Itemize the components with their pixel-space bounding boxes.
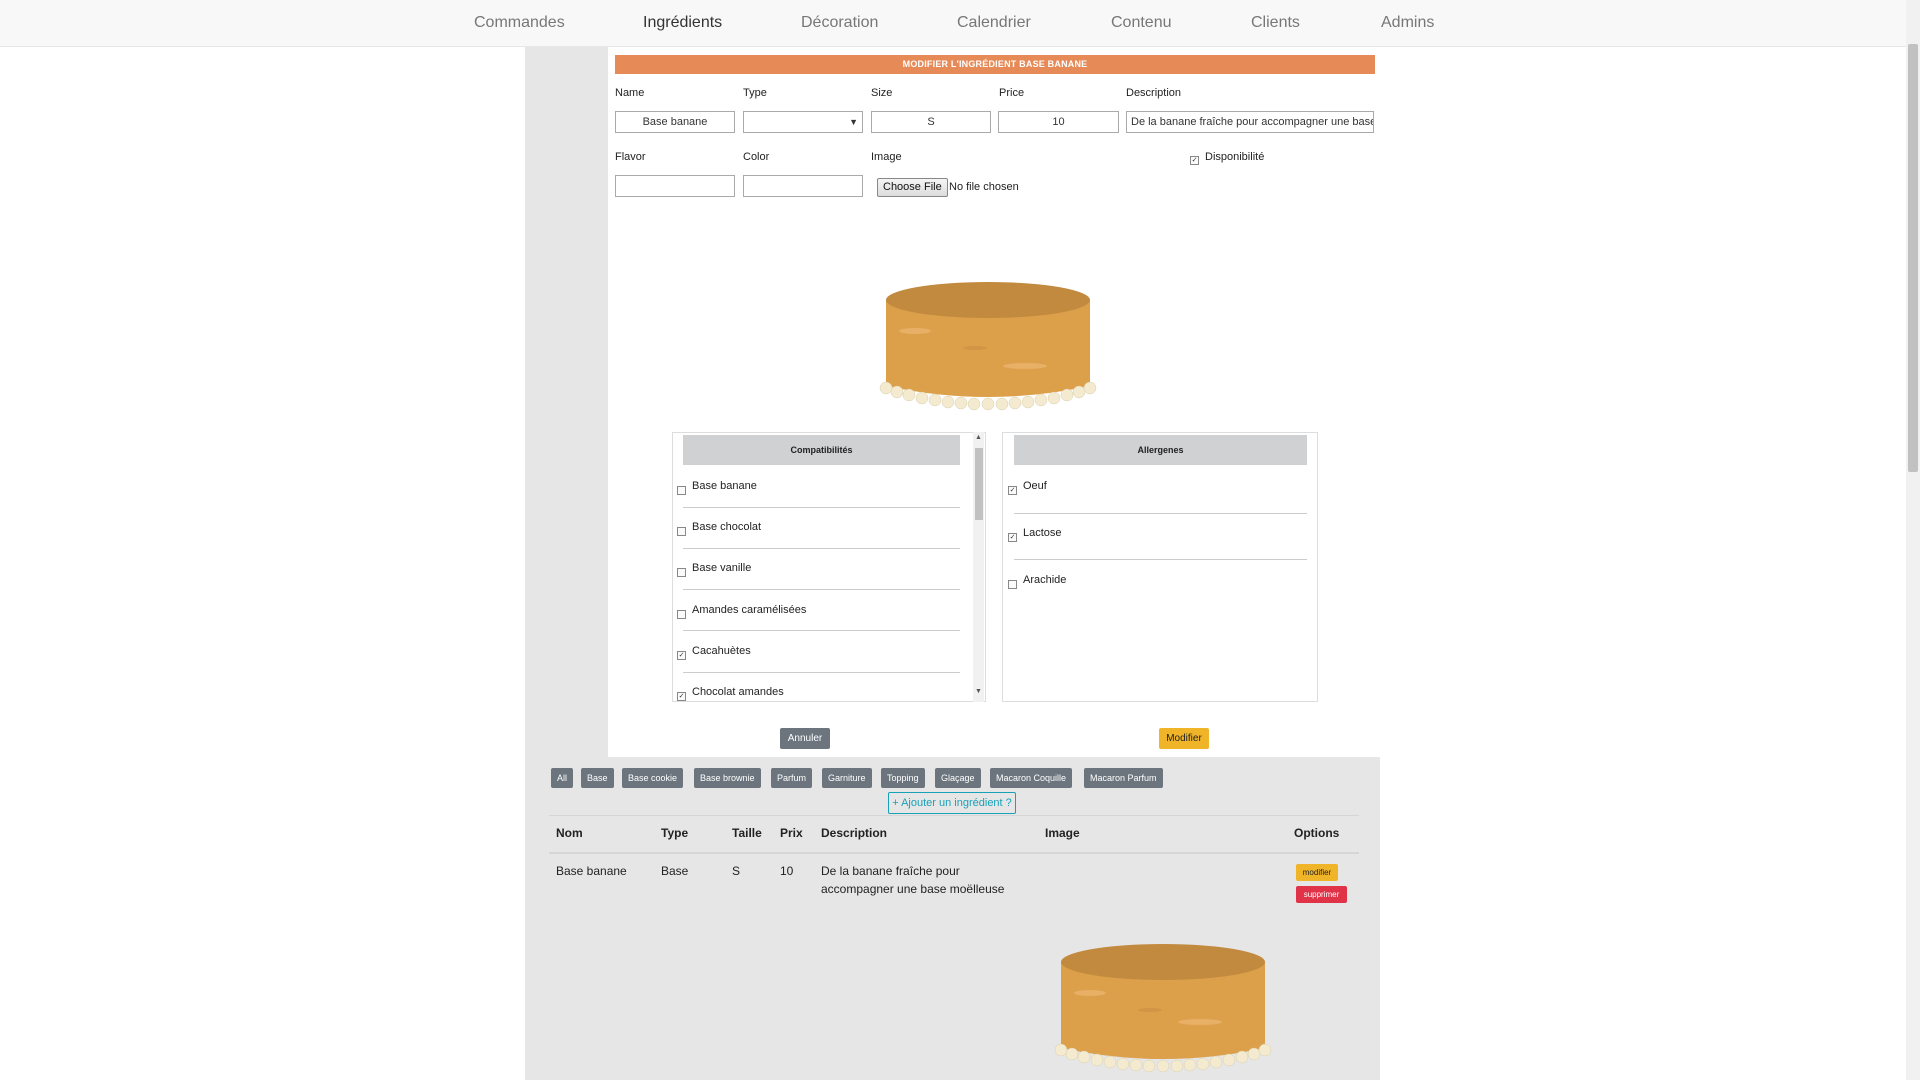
form-title: MODIFIER L'INGRÉDIENT BASE BANANE [615, 55, 1375, 74]
filter-topping-button[interactable]: Topping [881, 768, 925, 788]
compat-label: Amandes caramélisées [692, 604, 807, 616]
cell-description: De la banane fraîche pour accompagner un… [821, 864, 1005, 896]
col-header-prix: Prix [780, 826, 803, 840]
price-input[interactable]: 10 [998, 111, 1119, 133]
page-scrollbar-thumb[interactable] [1908, 44, 1918, 472]
size-label: Size [871, 87, 893, 99]
divider [683, 672, 960, 673]
col-header-taille: Taille [732, 826, 762, 840]
color-label: Color [743, 151, 770, 163]
nav-calendrier[interactable]: Calendrier [957, 14, 1031, 32]
allergen-label: Arachide [1023, 574, 1067, 586]
allergen-label: Oeuf [1023, 480, 1047, 492]
ingredient-preview-image [879, 282, 1097, 411]
nav-commandes[interactable]: Commandes [474, 14, 565, 32]
flavor-input[interactable] [615, 175, 735, 197]
name-input[interactable]: Base banane [615, 111, 735, 133]
filter-macaron-coquille-button[interactable]: Macaron Coquille [990, 768, 1073, 788]
scroll-down-icon[interactable]: ▼ [975, 688, 982, 695]
image-label: Image [871, 151, 902, 163]
filter-base-cookie-button[interactable]: Base cookie [622, 768, 684, 788]
filter-base-button[interactable]: Base [581, 768, 614, 788]
type-select[interactable]: ▼ [743, 111, 863, 133]
compat-label: Base vanille [692, 562, 752, 574]
compat-checkbox-chocolat-amandes[interactable]: ✓ [677, 692, 686, 701]
availability-checkbox[interactable]: ✓ [1190, 156, 1199, 165]
col-header-options: Options [1294, 826, 1340, 840]
compat-label: Base banane [692, 480, 757, 492]
type-label: Type [743, 87, 767, 99]
color-input[interactable] [743, 175, 863, 197]
divider [683, 630, 960, 631]
description-input[interactable]: De la banane fraîche pour accompagner un… [1126, 111, 1374, 133]
col-header-description: Description [821, 826, 888, 840]
compat-checkbox-base-banane[interactable] [677, 486, 686, 495]
nav-clients[interactable]: Clients [1251, 14, 1300, 32]
choose-file-button[interactable]: Choose File [877, 178, 948, 197]
filter-macaron-parfum-button[interactable]: Macaron Parfum [1084, 768, 1163, 788]
col-header-nom: Nom [556, 826, 583, 840]
cell-nom: Base banane [556, 864, 627, 878]
cell-taille: S [732, 864, 741, 878]
compatibilities-header: Compatibilités [683, 435, 960, 465]
compat-checkbox-cacahuetes[interactable]: ✓ [677, 651, 686, 660]
flavor-label: Flavor [615, 151, 646, 163]
allergen-checkbox-lactose[interactable]: ✓ [1008, 533, 1017, 542]
nav-ingredients[interactable]: Ingrédients [643, 14, 722, 32]
ingredient-thumbnail-image [1054, 944, 1272, 1073]
availability-label: Disponibilité [1205, 151, 1265, 163]
nav-contenu[interactable]: Contenu [1111, 14, 1172, 32]
filter-glacage-button[interactable]: Glaçage [935, 768, 981, 788]
scroll-up-icon[interactable]: ▲ [975, 434, 982, 441]
price-label: Price [999, 87, 1025, 99]
filter-parfum-button[interactable]: Parfum [771, 768, 813, 788]
col-header-image: Image [1045, 826, 1080, 840]
compat-label: Cacahuètes [692, 645, 751, 657]
allergen-label: Lactose [1023, 527, 1062, 539]
allergens-header: Allergenes [1014, 435, 1307, 465]
compat-checkbox-amandes-caramelisees[interactable] [677, 610, 686, 619]
description-label: Description [1126, 87, 1182, 99]
modify-button[interactable]: Modifier [1159, 728, 1209, 749]
top-navbar: Commandes Ingrédients Décoration Calendr… [0, 0, 1906, 47]
compat-label: Chocolat amandes [692, 686, 784, 698]
cell-prix: 10 [780, 864, 794, 878]
col-header-type: Type [661, 826, 689, 840]
divider [683, 589, 960, 590]
cell-type: Base [661, 864, 689, 878]
allergens-box [1002, 432, 1318, 702]
nav-admins[interactable]: Admins [1381, 14, 1434, 32]
nav-decoration[interactable]: Décoration [801, 14, 878, 32]
size-input[interactable]: S [871, 111, 991, 133]
compat-scrollbar-thumb[interactable] [975, 448, 983, 520]
allergen-checkbox-oeuf[interactable]: ✓ [1008, 486, 1017, 495]
divider [1014, 559, 1307, 560]
divider [1014, 513, 1307, 514]
add-ingredient-button[interactable]: + Ajouter un ingrédient ? [888, 792, 1016, 814]
filter-garniture-button[interactable]: Garniture [822, 768, 872, 788]
file-status: No file chosen [949, 181, 1019, 193]
divider [683, 507, 960, 508]
filter-base-brownie-button[interactable]: Base brownie [694, 768, 761, 788]
allergen-checkbox-arachide[interactable] [1008, 580, 1017, 589]
divider [683, 548, 960, 549]
compat-checkbox-base-vanille[interactable] [677, 568, 686, 577]
dropdown-arrow-icon: ▼ [849, 117, 858, 127]
edit-row-button[interactable]: modifier [1296, 864, 1338, 881]
table-top-border [549, 815, 1359, 816]
cancel-button[interactable]: Annuler [780, 728, 830, 749]
name-label: Name [615, 87, 645, 99]
table-header-border [549, 852, 1359, 854]
filter-all-button[interactable]: All [551, 768, 574, 788]
compat-checkbox-base-chocolat[interactable] [677, 527, 686, 536]
compat-label: Base chocolat [692, 521, 762, 533]
delete-row-button[interactable]: supprimer [1296, 886, 1347, 903]
